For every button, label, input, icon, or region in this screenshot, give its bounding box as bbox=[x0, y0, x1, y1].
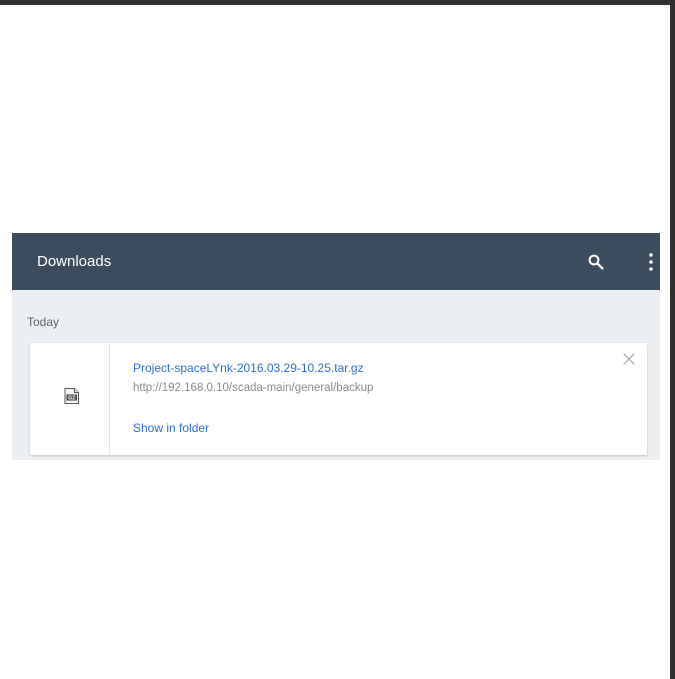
show-in-folder-link[interactable]: Show in folder bbox=[133, 421, 209, 436]
svg-text:GZ: GZ bbox=[68, 396, 76, 402]
download-item-card: GZ Project-spaceLYnk-2016.03.29-10.25.ta… bbox=[30, 343, 647, 455]
right-frame-border bbox=[670, 0, 675, 679]
gz-file-icon: GZ bbox=[64, 388, 79, 404]
page-title: Downloads bbox=[37, 253, 112, 270]
file-icon-cell: GZ bbox=[30, 343, 110, 455]
more-vert-icon[interactable] bbox=[646, 251, 656, 273]
download-file-name-link[interactable]: Project-spaceLYnk-2016.03.29-10.25.tar.g… bbox=[133, 361, 364, 376]
downloads-toolbar: Downloads bbox=[12, 233, 660, 290]
search-icon[interactable] bbox=[587, 253, 605, 271]
download-source-url: http://192.168.0.10/scada-main/general/b… bbox=[133, 382, 374, 394]
close-icon[interactable] bbox=[621, 351, 637, 367]
downloads-panel: Downloads Today GZ Project-spaceLYnk-201… bbox=[12, 233, 660, 460]
today-section-heading: Today bbox=[27, 315, 60, 329]
top-frame-border bbox=[0, 0, 675, 5]
